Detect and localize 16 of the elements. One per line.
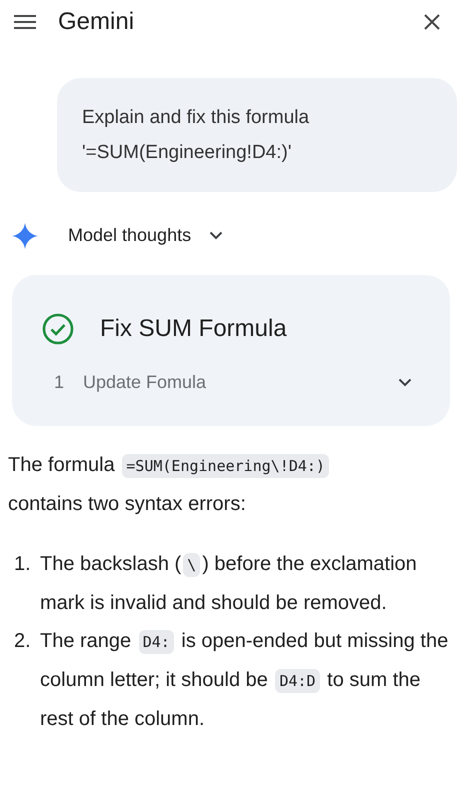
menu-icon[interactable] <box>14 15 36 29</box>
list-item-text: The backslash ( \ ) before the exclamation mark is invalid and should be removed. <box>40 552 418 616</box>
chevron-down-icon <box>209 231 224 240</box>
app-title: Gemini <box>58 7 136 37</box>
task-title: Fix SUM Formula <box>100 314 287 344</box>
chevron-down-icon[interactable] <box>398 378 412 387</box>
model-thoughts-toggle[interactable]: Model thoughts <box>68 222 224 249</box>
step-label: Update Fomula <box>82 371 208 394</box>
list-number: 1. <box>14 552 32 577</box>
step-number: 1 <box>53 371 66 394</box>
user-message: Explain and fix this formula '=SUM(Engineering!D4:)' <box>57 78 457 192</box>
list-item-text: The range D4: is open-ended but missing the column letter; it should be D4:D to sum the rest of the column. <box>40 629 450 732</box>
close-icon[interactable] <box>424 14 440 30</box>
sparkle-icon <box>12 222 38 248</box>
list-number: 2. <box>14 629 32 654</box>
answer-paragraph: The formula =SUM(Engineering\!D4:) contains two syntax errors: <box>8 446 408 523</box>
